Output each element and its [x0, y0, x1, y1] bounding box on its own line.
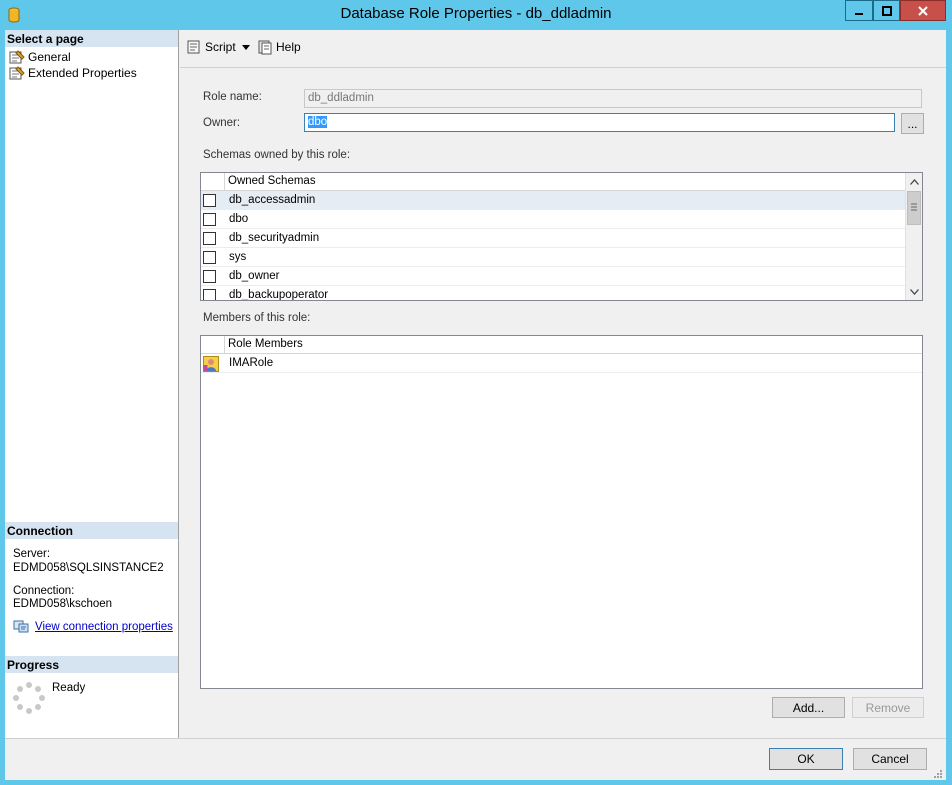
scroll-thumb[interactable]: [907, 191, 921, 225]
owner-field[interactable]: dbo: [304, 113, 895, 132]
maximize-button[interactable]: [873, 0, 900, 21]
members-label: Members of this role:: [203, 312, 311, 324]
select-page-header: Select a page: [5, 30, 178, 47]
view-connection-row: View connection properties: [13, 620, 173, 634]
role-name-field: db_ddladmin: [304, 89, 922, 108]
server-value: EDMD058\SQLSINSTANCE2: [13, 562, 164, 574]
grip-icon: [911, 203, 917, 211]
schema-checkbox[interactable]: [203, 194, 216, 207]
member-name: IMARole: [229, 357, 274, 369]
schema-checkbox[interactable]: [203, 270, 216, 283]
progress-header: Progress: [5, 656, 178, 673]
schema-checkbox[interactable]: [203, 289, 216, 300]
chevron-down-icon: [909, 288, 919, 295]
cancel-button[interactable]: Cancel: [853, 748, 927, 770]
connection-header: Connection: [5, 522, 178, 539]
schema-row[interactable]: dbo: [201, 210, 906, 229]
progress-spinner-icon: [13, 682, 45, 714]
schema-name: sys: [229, 251, 247, 263]
schema-row[interactable]: db_securityadmin: [201, 229, 906, 248]
help-button[interactable]: Help: [257, 38, 301, 56]
connection-properties-icon: [13, 620, 29, 633]
scroll-up-button[interactable]: [906, 173, 922, 190]
connection-label: Connection:: [13, 585, 75, 597]
owner-label: Owner:: [203, 117, 241, 129]
chevron-down-icon: [242, 44, 250, 50]
page-item-label: Extended Properties: [28, 66, 137, 80]
owner-value: dbo: [308, 116, 328, 128]
role-members-header: Role Members: [201, 336, 922, 354]
schema-row[interactable]: db_accessadmin: [201, 191, 906, 210]
schema-checkbox[interactable]: [203, 251, 216, 264]
schema-name: db_owner: [229, 270, 280, 282]
schema-row[interactable]: db_backupoperator: [201, 286, 906, 301]
minimize-button[interactable]: [845, 0, 873, 21]
role-members-column-header[interactable]: Role Members: [228, 338, 303, 350]
dialog-footer: OK Cancel: [5, 738, 946, 780]
ok-button[interactable]: OK: [769, 748, 843, 770]
scroll-down-button[interactable]: [906, 283, 922, 300]
close-button[interactable]: [900, 0, 946, 21]
page-item-label: General: [28, 50, 71, 64]
role-name-label: Role name:: [203, 91, 262, 103]
chevron-up-icon: [909, 178, 919, 185]
minimize-icon: [855, 12, 863, 15]
connection-value: EDMD058\kschoen: [13, 598, 113, 610]
page-item-extended-properties[interactable]: Extended Properties: [9, 65, 137, 81]
add-member-button[interactable]: Add...: [772, 697, 845, 718]
script-dropdown-button[interactable]: [242, 38, 253, 56]
resize-grip-icon[interactable]: [932, 768, 943, 779]
schema-row[interactable]: sys: [201, 248, 906, 267]
header-lead-cell: [201, 173, 225, 191]
schema-name: db_securityadmin: [229, 232, 320, 244]
owned-schemas-header: Owned Schemas: [201, 173, 906, 191]
member-row[interactable]: IMARole: [201, 354, 922, 373]
page-wrench-icon: [9, 66, 25, 80]
owned-schemas-grid: Owned Schemas db_accessadmin dbo db_secu…: [200, 172, 923, 301]
remove-member-button[interactable]: Remove: [852, 697, 924, 718]
dialog-window: Database Role Properties - db_ddladmin S…: [0, 0, 952, 785]
owner-browse-button[interactable]: ...: [901, 113, 924, 134]
schema-name: dbo: [229, 213, 249, 225]
help-book-icon: [258, 40, 272, 55]
role-members-grid: Role Members IMARole: [200, 335, 923, 689]
page-item-general[interactable]: General: [9, 49, 71, 65]
schemas-scrollbar[interactable]: [905, 173, 922, 300]
role-user-icon: [203, 356, 219, 372]
progress-status: Ready: [52, 682, 86, 694]
dialog-client-area: Select a page General Extended Propertie…: [5, 30, 946, 780]
close-icon: [918, 5, 928, 16]
script-label: Script: [205, 40, 236, 54]
page-wrench-icon: [9, 50, 25, 64]
toolbar: Script Help: [180, 30, 946, 68]
header-lead-cell: [201, 336, 225, 354]
schema-checkbox[interactable]: [203, 213, 216, 226]
schema-name: db_backupoperator: [229, 289, 329, 301]
owned-schemas-column-header[interactable]: Owned Schemas: [228, 175, 316, 187]
script-button[interactable]: Script: [186, 38, 236, 56]
window-title: Database Role Properties - db_ddladmin: [340, 5, 612, 22]
left-pane: Select a page General Extended Propertie…: [5, 30, 179, 738]
schema-checkbox[interactable]: [203, 232, 216, 245]
schema-name: db_accessadmin: [229, 194, 316, 206]
help-label: Help: [276, 40, 301, 54]
title-bar: Database Role Properties - db_ddladmin: [0, 0, 952, 30]
general-page-content: Role name: db_ddladmin Owner: dbo ... Sc…: [180, 69, 946, 738]
view-connection-properties-link[interactable]: View connection properties: [35, 621, 173, 633]
script-icon: [187, 40, 200, 54]
schemas-label: Schemas owned by this role:: [203, 149, 351, 161]
schema-row[interactable]: db_owner: [201, 267, 906, 286]
maximize-icon: [881, 5, 892, 16]
server-label: Server:: [13, 548, 51, 560]
